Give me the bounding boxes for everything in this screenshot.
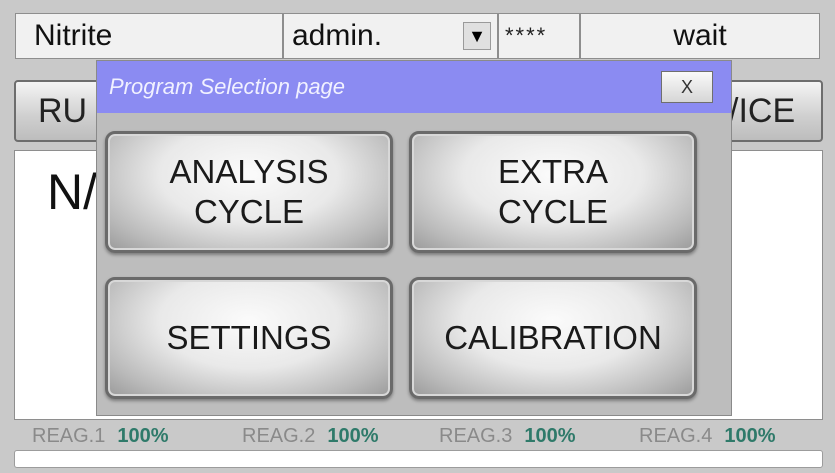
message-bar: [14, 450, 823, 468]
reagent-value: 100%: [327, 424, 379, 447]
close-button[interactable]: X: [661, 71, 713, 103]
parameter-display: Nitrite: [15, 13, 283, 59]
run-button[interactable]: RU: [14, 80, 104, 142]
password-mask: ****: [505, 23, 548, 48]
extra-cycle-button[interactable]: EXTRA CYCLE: [409, 131, 697, 253]
reagent-4: REAG.4 100%: [639, 425, 776, 448]
reagent-label: REAG.3: [439, 424, 513, 447]
reagent-value: 100%: [524, 424, 576, 447]
reagent-value: 100%: [117, 424, 169, 447]
reagent-levels: REAG.1 100% REAG.2 100% REAG.3 100% REAG…: [14, 424, 823, 448]
reagent-1: REAG.1 100%: [32, 425, 169, 448]
password-field[interactable]: ****: [498, 13, 580, 59]
user-select[interactable]: admin. ▼: [283, 13, 498, 59]
reagent-label: REAG.2: [242, 424, 316, 447]
parameter-name: Nitrite: [34, 19, 113, 52]
reagent-2: REAG.2 100%: [242, 425, 379, 448]
service-button-label: /ICE: [729, 91, 796, 130]
calibration-button[interactable]: CALIBRATION: [409, 277, 697, 399]
reagent-label: REAG.4: [639, 424, 713, 447]
reagent-label: REAG.1: [32, 424, 106, 447]
main-value: N/: [47, 164, 97, 220]
dialog-title-bar: Program Selection page: [97, 61, 731, 113]
status-text: wait: [673, 19, 727, 52]
dropdown-arrow-icon[interactable]: ▼: [463, 22, 491, 50]
reagent-value: 100%: [724, 424, 776, 447]
analysis-cycle-button[interactable]: ANALYSIS CYCLE: [105, 131, 393, 253]
service-button[interactable]: /ICE: [725, 80, 823, 142]
run-button-label: RU: [38, 91, 88, 130]
user-name: admin.: [292, 19, 383, 52]
close-icon: X: [680, 76, 693, 97]
status-display: wait: [580, 13, 820, 59]
reagent-3: REAG.3 100%: [439, 425, 576, 448]
dialog-title: Program Selection page: [109, 74, 346, 99]
settings-button[interactable]: SETTINGS: [105, 277, 393, 399]
program-selection-dialog: Program Selection page X ANALYSIS CYCLE …: [96, 60, 732, 416]
